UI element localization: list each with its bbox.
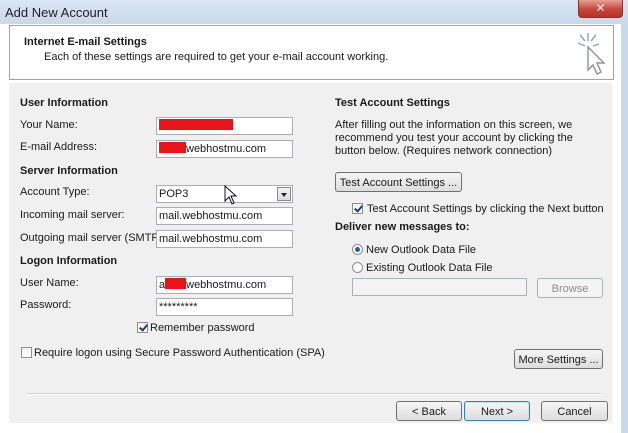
outgoing-server-field[interactable]: mail.webhostmu.com [156,230,293,248]
cancel-button[interactable]: Cancel [541,401,608,421]
dialog-body: User Information Your Name: E-mail Addre… [9,83,612,423]
next-button[interactable]: Next > [464,401,530,421]
title-bar: Add New Account ✕ [0,0,628,24]
test-by-next-label: Test Account Settings by clicking the Ne… [367,203,604,215]
back-button[interactable]: < Back [396,401,462,421]
existing-data-file-path[interactable] [352,278,527,296]
user-name-label: User Name: [20,277,79,289]
your-name-label: Your Name: [20,119,78,131]
header-subtitle: Each of these settings are required to g… [44,51,389,63]
redacted-name [159,119,233,130]
remember-password-checkbox[interactable] [137,322,148,333]
account-type-label: Account Type: [20,186,90,198]
test-by-next-checkbox[interactable] [352,203,363,214]
email-address-label: E-mail Address: [20,141,98,153]
logon-information-heading: Logon Information [20,255,118,267]
password-field[interactable]: ********* [156,298,293,316]
close-button[interactable]: ✕ [578,0,623,18]
test-description: After filling out the information on thi… [335,119,573,157]
new-data-file-label: New Outlook Data File [366,244,477,256]
your-name-field[interactable] [156,117,293,135]
email-address-field[interactable]: webhostmu.com [156,140,293,158]
footer-divider [27,393,601,395]
server-information-heading: Server Information [20,165,118,177]
chevron-down-icon[interactable] [277,187,291,201]
redacted-email-user [159,142,186,153]
user-information-heading: User Information [20,97,109,109]
account-type-value: POP3 [159,188,189,200]
incoming-server-label: Incoming mail server: [20,209,125,221]
remember-password-label: Remember password [150,322,255,334]
window-title: Add New Account [5,5,108,20]
test-account-settings-button[interactable]: Test Account Settings ... [335,172,462,192]
redacted-user-name [165,278,187,289]
test-account-heading: Test Account Settings [335,97,450,109]
header-title: Internet E-mail Settings [24,36,147,48]
spa-checkbox[interactable] [21,347,32,358]
window-frame [621,24,628,433]
spa-label: Require logon using Secure Password Auth… [34,347,325,359]
mouse-pointer-icon [224,185,238,205]
incoming-server-field[interactable]: mail.webhostmu.com [156,207,293,225]
new-data-file-radio[interactable] [352,244,363,255]
cursor-click-icon [577,33,606,75]
dialog-header: Internet E-mail Settings Each of these s… [9,25,614,80]
email-domain-text: webhostmu.com [186,143,267,155]
outgoing-server-label: Outgoing mail server (SMTP): [20,232,166,244]
existing-data-file-label: Existing Outlook Data File [366,262,493,274]
deliver-messages-heading: Deliver new messages to: [335,221,470,233]
more-settings-button[interactable]: More Settings ... [514,349,603,369]
existing-data-file-radio[interactable] [352,262,363,273]
password-label: Password: [20,299,72,311]
user-name-field[interactable]: a webhostmu.com [156,276,293,294]
close-icon: ✕ [595,1,606,15]
browse-button[interactable]: Browse [537,278,603,298]
user-name-domain: webhostmu.com [186,279,267,291]
